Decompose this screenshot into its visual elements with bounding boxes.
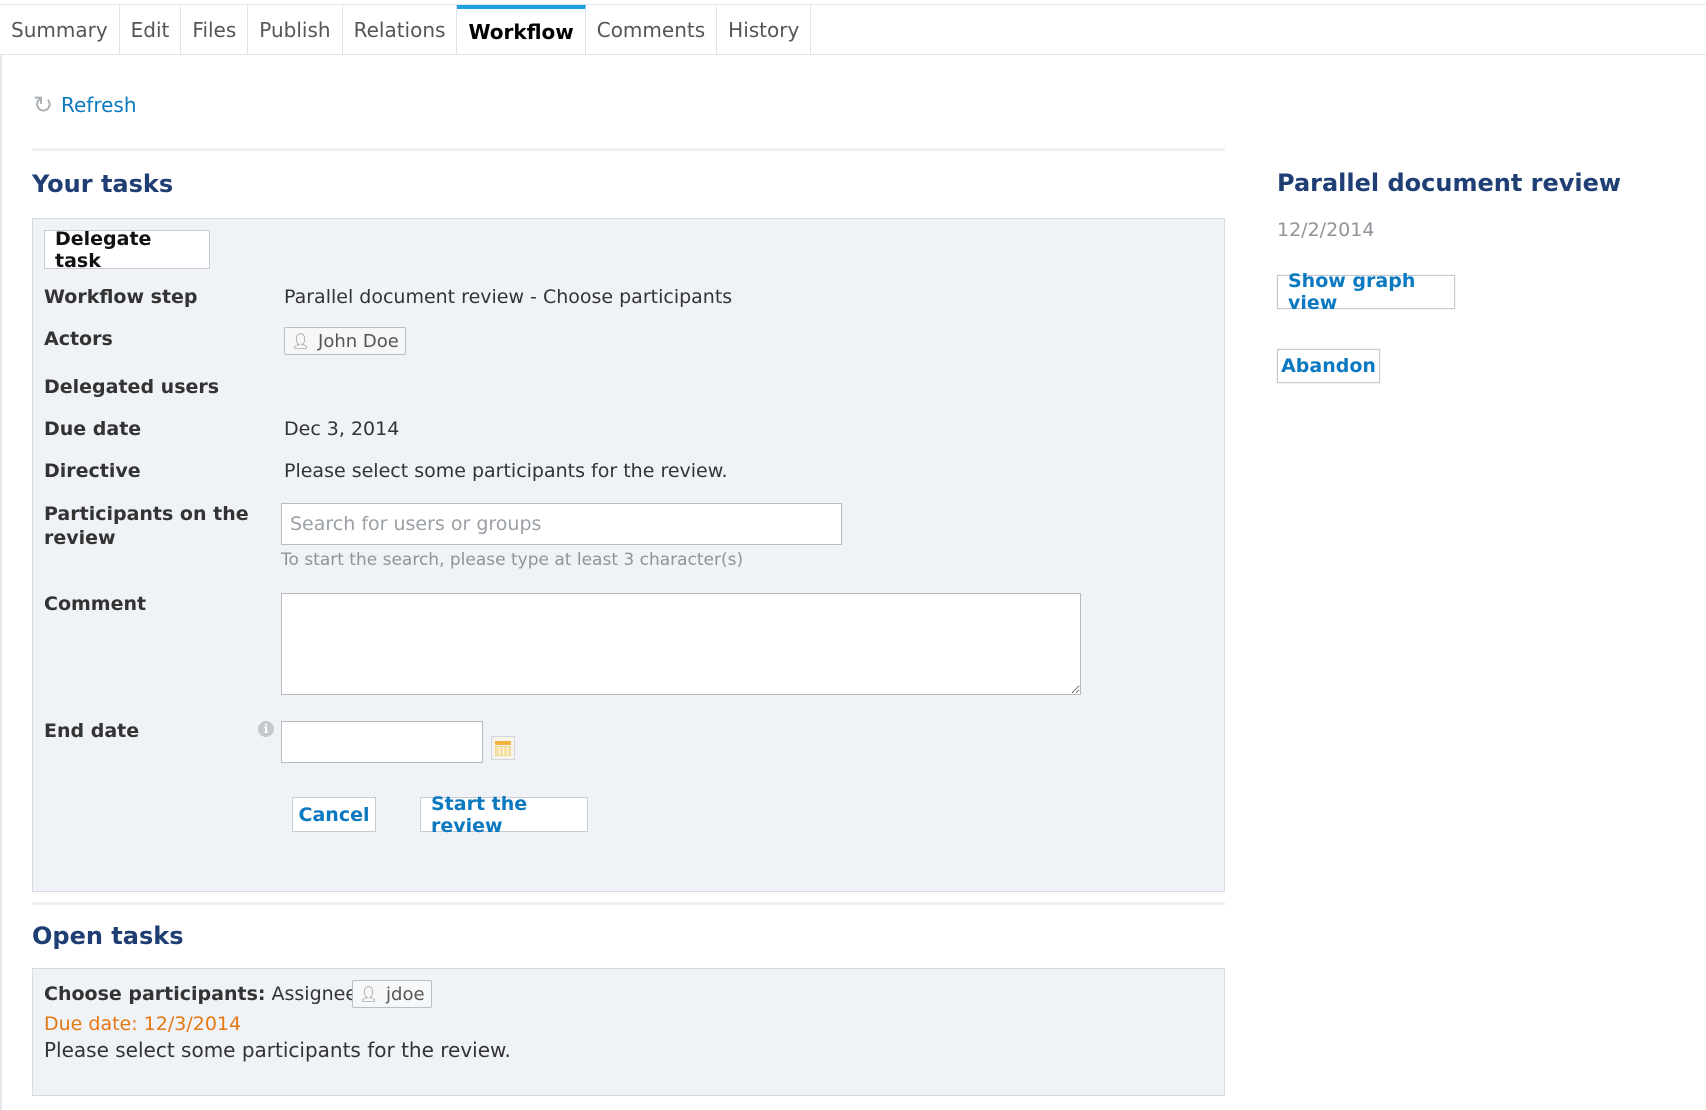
comment-label: Comment xyxy=(44,593,147,615)
end-date-label: End date xyxy=(44,720,140,742)
tab-files[interactable]: Files xyxy=(181,5,249,55)
section-divider xyxy=(32,148,1225,151)
tab-publish[interactable]: Publish xyxy=(248,5,343,55)
search-hint: To start the search, please type at leas… xyxy=(281,550,744,570)
participants-search-input[interactable] xyxy=(281,503,842,545)
open-task-label: Choose participants: xyxy=(44,983,266,1005)
refresh-icon: ↻ xyxy=(33,91,54,119)
delegate-task-button[interactable]: Delegate task xyxy=(44,228,210,272)
abandon-button[interactable]: Abandon xyxy=(1277,349,1380,383)
actor-chip: 👤︎ John Doe xyxy=(284,327,406,355)
refresh-label: Refresh xyxy=(61,93,137,117)
workflow-step-label: Workflow step xyxy=(44,286,198,308)
assignee-chip: 👤︎ jdoe xyxy=(352,980,432,1008)
participants-label: Participants on the review xyxy=(44,502,249,550)
delegated-users-label: Delegated users xyxy=(44,376,220,398)
due-date-label: Due date xyxy=(44,418,142,440)
start-review-button[interactable]: Start the review xyxy=(420,793,588,837)
tab-workflow[interactable]: Workflow xyxy=(457,5,586,55)
show-graph-view-button[interactable]: Show graph view xyxy=(1277,270,1455,314)
workflow-step-value: Parallel document review - Choose partic… xyxy=(284,286,733,308)
due-date-value: Dec 3, 2014 xyxy=(284,418,400,440)
workflow-title: Parallel document review xyxy=(1277,169,1622,197)
user-icon: 👤︎ xyxy=(291,332,311,350)
tab-relations[interactable]: Relations xyxy=(342,5,458,55)
directive-value: Please select some participants for the … xyxy=(284,460,728,482)
tab-history[interactable]: History xyxy=(717,5,812,55)
open-task-row: Choose participants: Assignees xyxy=(44,983,367,1005)
workflow-date: 12/2/2014 xyxy=(1277,219,1375,241)
info-icon[interactable]: i xyxy=(258,721,274,737)
actor-name: John Doe xyxy=(318,330,399,352)
refresh-link[interactable]: ↻ Refresh xyxy=(33,91,137,119)
participants-label-line2: review xyxy=(44,527,116,549)
assignee-name: jdoe xyxy=(386,983,425,1005)
participants-label-line1: Participants on the xyxy=(44,503,249,525)
user-icon: 👤︎ xyxy=(359,985,379,1003)
open-tasks-heading: Open tasks xyxy=(32,922,184,950)
calendar-icon[interactable] xyxy=(491,736,515,760)
open-task-directive: Please select some participants for the … xyxy=(44,1038,511,1062)
comment-textarea[interactable] xyxy=(281,593,1081,695)
end-date-input[interactable] xyxy=(281,721,483,763)
tab-comments[interactable]: Comments xyxy=(585,5,718,55)
open-task-due-date: Due date: 12/3/2014 xyxy=(44,1013,242,1035)
tab-bar: Summary Edit Files Publish Relations Wor… xyxy=(0,5,812,55)
your-tasks-heading: Your tasks xyxy=(32,170,174,198)
actors-label: Actors xyxy=(44,328,113,350)
tab-summary[interactable]: Summary xyxy=(0,5,120,55)
tab-bar-divider xyxy=(0,54,1706,55)
tab-edit[interactable]: Edit xyxy=(119,5,182,55)
cancel-button[interactable]: Cancel xyxy=(292,797,376,832)
directive-label: Directive xyxy=(44,460,141,482)
left-border xyxy=(0,4,2,1110)
section-divider-2 xyxy=(32,902,1225,905)
